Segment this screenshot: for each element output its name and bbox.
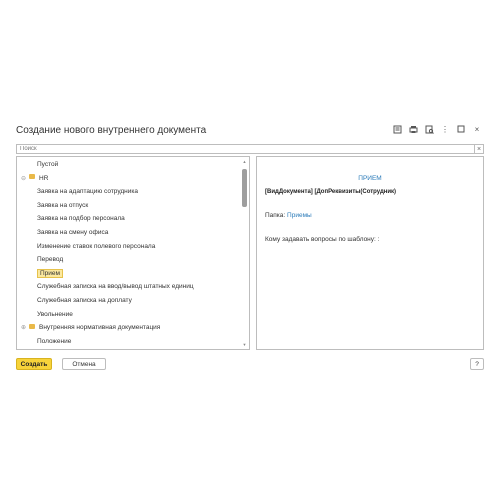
tree-item-label: Положение <box>37 337 72 345</box>
tree-item[interactable]: Положение <box>37 336 71 348</box>
preview-folder-label: Папка: <box>265 212 288 219</box>
preview-variables: [ВидДокумента] [ДопРеквизиты(Сотрудник) <box>265 189 397 195</box>
tree-item-label: Служебная записка на ввод/вывод штатных … <box>37 283 194 291</box>
preview-icon[interactable] <box>424 124 434 134</box>
tree-item-label: Заявка на отпуск <box>37 201 89 209</box>
tree-item-label: Заявка на подбор персонала <box>37 215 125 223</box>
window-controls: ⋮ × <box>392 124 482 134</box>
search-input[interactable] <box>16 144 476 154</box>
tree-item-label: Служебная записка на доплату <box>37 297 132 304</box>
create-document-dialog: Создание нового внутреннего документа ⋮ … <box>10 118 490 374</box>
expand-icon[interactable]: ⊕ <box>21 322 29 334</box>
tree-item[interactable]: Служебная записка на ввод/вывод штатных … <box>37 281 194 293</box>
scroll-down-icon[interactable]: ▼ <box>242 342 247 347</box>
tree-item[interactable]: Пустой <box>37 159 58 171</box>
tree-item-label: Перевод <box>37 256 64 264</box>
preview-folder: Папка: Приемы <box>265 212 312 219</box>
tree-item[interactable]: ⊖ HR <box>21 173 48 185</box>
search-clear-button[interactable]: × <box>474 144 484 154</box>
tree-item[interactable]: Заявка на смену офиса <box>37 227 108 239</box>
tree-item[interactable]: Изменение ставок полевого персонала <box>37 241 155 253</box>
tree-item-label: Прием <box>37 268 64 278</box>
folder-icon <box>29 174 35 180</box>
preview-title: ПРИЕМ <box>358 175 382 182</box>
tree-item-label: Изменение ставок полевого персонала <box>37 242 156 250</box>
collapse-icon[interactable]: ⊖ <box>21 173 29 185</box>
tree-item[interactable]: Заявка на адаптацию сотрудника <box>37 186 138 198</box>
more-icon[interactable]: ⋮ <box>440 124 450 134</box>
dialog-title: Создание нового внутреннего документа <box>16 125 207 136</box>
scroll-up-icon[interactable]: ▲ <box>242 159 247 164</box>
tree-item[interactable]: Увольнение <box>37 309 73 321</box>
tree-item-label: Заявка на смену офиса <box>37 229 109 236</box>
tree-item-label: HR <box>39 174 49 182</box>
tree-item-label: Внутренняя нормативная документация <box>39 324 161 332</box>
tree-item[interactable]: ⊕ Внутренняя нормативная документация <box>21 322 160 334</box>
template-tree: ▲ ▼ Пустой ⊖ HR Заявка на адаптацию сотрудн… <box>16 156 250 350</box>
tree-item-label: Пустой <box>37 161 59 168</box>
help-button[interactable]: ? <box>470 358 484 370</box>
print-icon[interactable] <box>408 124 418 134</box>
tree-item[interactable]: Заявка на отпуск <box>37 200 88 212</box>
template-preview: ПРИЕМ [ВидДокумента] [ДопРеквизиты(Сотру… <box>256 156 484 350</box>
cancel-button[interactable]: Отмена <box>62 358 106 370</box>
preview-questions: Кому задавать вопросы по шаблону: : <box>265 236 380 243</box>
tree-scrollbar[interactable]: ▲ ▼ <box>242 159 247 347</box>
tree-item[interactable]: Служебная записка на доплату <box>37 295 132 307</box>
folder-icon <box>29 323 35 329</box>
close-icon[interactable]: × <box>472 124 482 134</box>
tree-item-label: Увольнение <box>37 310 73 318</box>
tree-item-label: Заявка на адаптацию сотрудника <box>37 188 138 196</box>
document-icon[interactable] <box>392 124 402 134</box>
maximize-icon[interactable] <box>456 124 466 134</box>
tree-item[interactable]: Перевод <box>37 254 63 266</box>
preview-folder-link[interactable]: Приемы <box>287 212 312 219</box>
scroll-thumb[interactable] <box>242 169 247 207</box>
tree-item[interactable]: Заявка на подбор персонала <box>37 213 125 225</box>
tree-item[interactable]: Прием <box>37 268 64 280</box>
create-button[interactable]: Создать <box>16 358 52 370</box>
